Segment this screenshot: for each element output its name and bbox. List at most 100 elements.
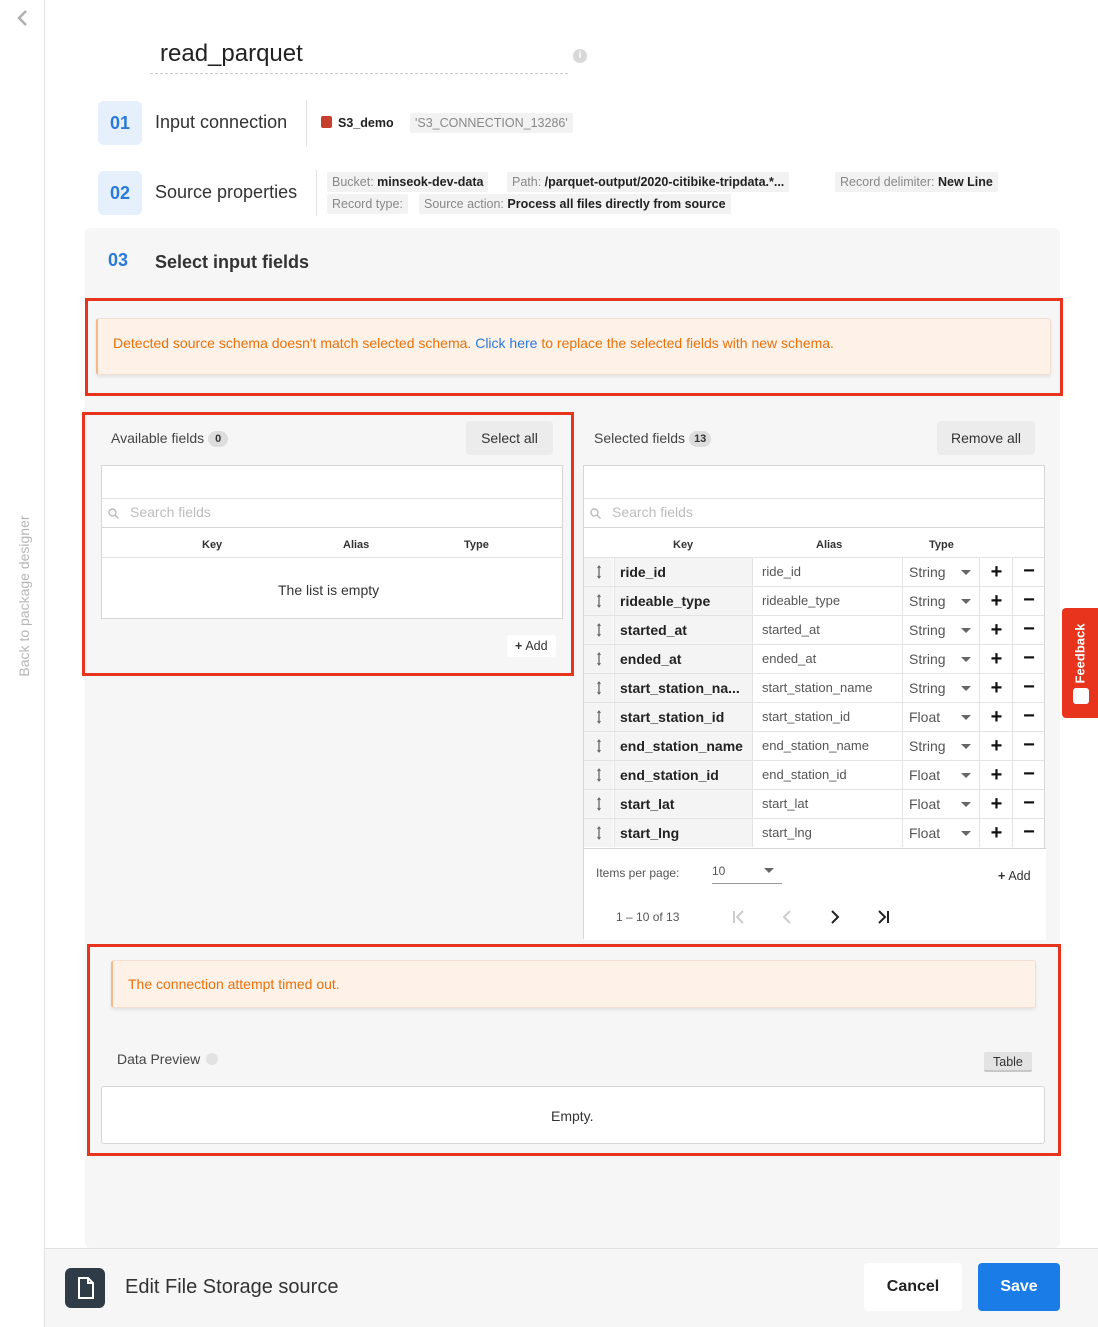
add-row-icon[interactable]: + bbox=[981, 587, 1013, 615]
field-type-select[interactable]: String bbox=[904, 587, 980, 615]
drag-handle[interactable] bbox=[584, 674, 613, 702]
remove-row-icon[interactable]: − bbox=[1014, 558, 1044, 586]
remove-row-icon[interactable]: − bbox=[1014, 761, 1044, 789]
drag-handle-icon bbox=[597, 594, 601, 608]
add-row-icon[interactable]: + bbox=[981, 558, 1013, 586]
field-alias-input[interactable]: ride_id bbox=[754, 558, 903, 586]
previous-page-icon[interactable] bbox=[775, 905, 799, 929]
remove-row-icon[interactable]: − bbox=[1014, 703, 1044, 731]
add-row-icon[interactable]: + bbox=[981, 674, 1013, 702]
drag-handle-icon bbox=[597, 681, 601, 695]
footer-title: Edit File Storage source bbox=[125, 1276, 339, 1298]
field-type-select[interactable]: Float bbox=[904, 761, 980, 789]
field-type-select[interactable]: String bbox=[904, 732, 980, 760]
field-type-select[interactable]: String bbox=[904, 674, 980, 702]
drag-handle[interactable] bbox=[584, 703, 613, 731]
next-page-icon[interactable] bbox=[823, 905, 847, 929]
drag-handle-icon bbox=[597, 710, 601, 724]
title-field[interactable]: read_parquet bbox=[150, 36, 568, 74]
remove-row-icon[interactable]: − bbox=[1014, 732, 1044, 760]
step-label-input-connection[interactable]: Input connection bbox=[155, 112, 287, 133]
remove-row-icon[interactable]: − bbox=[1014, 587, 1044, 615]
field-type-select[interactable]: Float bbox=[904, 790, 980, 818]
field-alias-input[interactable]: end_station_name bbox=[754, 732, 903, 760]
info-icon[interactable]: i bbox=[573, 49, 587, 63]
chevron-left-icon[interactable] bbox=[14, 8, 32, 28]
field-type-select[interactable]: String bbox=[904, 616, 980, 644]
drag-handle-icon bbox=[597, 565, 601, 579]
connection-name: S3_demo bbox=[338, 116, 394, 130]
last-page-icon[interactable] bbox=[871, 905, 895, 929]
select-all-button[interactable]: Select all bbox=[466, 421, 553, 455]
add-row-icon[interactable]: + bbox=[981, 790, 1013, 818]
available-fields-label: Available fields 0 bbox=[111, 430, 229, 447]
component-name[interactable]: read_parquet bbox=[160, 40, 303, 68]
feedback-icon bbox=[1073, 688, 1089, 704]
first-page-icon[interactable] bbox=[727, 905, 751, 929]
source-action-chip: Source action: Process all files directl… bbox=[419, 194, 731, 214]
field-key: start_station_na... bbox=[614, 674, 753, 702]
preview-empty-message: Empty. bbox=[551, 1108, 594, 1124]
field-alias-input[interactable]: start_station_name bbox=[754, 674, 903, 702]
column-header-type: Type bbox=[929, 539, 954, 551]
drag-handle[interactable] bbox=[584, 819, 613, 847]
field-alias-input[interactable]: ended_at bbox=[754, 645, 903, 673]
field-alias-input[interactable]: start_lng bbox=[754, 819, 903, 847]
table-view-toggle[interactable]: Table bbox=[984, 1052, 1032, 1072]
remove-all-button[interactable]: Remove all bbox=[937, 421, 1035, 455]
field-alias-input[interactable]: end_station_id bbox=[754, 761, 903, 789]
add-row-icon[interactable]: + bbox=[981, 703, 1013, 731]
add-row-icon[interactable]: + bbox=[981, 761, 1013, 789]
step-label-source-properties[interactable]: Source properties bbox=[155, 182, 297, 203]
cancel-button[interactable]: Cancel bbox=[864, 1263, 962, 1311]
field-key: ended_at bbox=[614, 645, 753, 673]
drag-handle-icon bbox=[597, 652, 601, 666]
field-alias-input[interactable]: start_station_id bbox=[754, 703, 903, 731]
drag-handle[interactable] bbox=[584, 761, 613, 789]
field-alias-input[interactable]: rideable_type bbox=[754, 587, 903, 615]
remove-row-icon[interactable]: − bbox=[1014, 819, 1044, 847]
search-icon bbox=[590, 508, 601, 519]
remove-row-icon[interactable]: − bbox=[1014, 674, 1044, 702]
drag-handle[interactable] bbox=[584, 558, 613, 586]
search-icon bbox=[108, 508, 119, 519]
drag-handle[interactable] bbox=[584, 616, 613, 644]
save-button[interactable]: Save bbox=[978, 1263, 1060, 1311]
remove-row-icon[interactable]: − bbox=[1014, 790, 1044, 818]
field-alias-input[interactable]: start_lat bbox=[754, 790, 903, 818]
field-type-select[interactable]: String bbox=[904, 558, 980, 586]
add-selected-field-button[interactable]: + Add bbox=[990, 865, 1039, 887]
column-header-key: Key bbox=[202, 539, 223, 551]
feedback-tab[interactable]: Feedback bbox=[1062, 608, 1098, 718]
schema-mismatch-warning: Detected source schema doesn't match sel… bbox=[96, 318, 1051, 375]
items-per-page-select[interactable]: 10 bbox=[712, 858, 782, 884]
add-row-icon[interactable]: + bbox=[981, 819, 1013, 847]
drag-handle-icon bbox=[597, 739, 601, 753]
replace-schema-link[interactable]: Click here bbox=[475, 335, 537, 351]
add-row-icon[interactable]: + bbox=[981, 645, 1013, 673]
remove-row-icon[interactable]: − bbox=[1014, 616, 1044, 644]
remove-row-icon[interactable]: − bbox=[1014, 645, 1044, 673]
drag-handle[interactable] bbox=[584, 645, 613, 673]
info-icon[interactable] bbox=[206, 1053, 219, 1065]
drag-handle[interactable] bbox=[584, 732, 613, 760]
divider bbox=[306, 100, 307, 146]
add-available-field-button[interactable]: + Add bbox=[507, 635, 556, 657]
selected-search-input[interactable] bbox=[612, 504, 992, 520]
chevron-down-icon bbox=[961, 744, 971, 749]
drag-handle[interactable] bbox=[584, 790, 613, 818]
field-type-select[interactable]: Float bbox=[904, 819, 980, 847]
data-preview-label: Data Preview bbox=[117, 1051, 219, 1067]
available-search-input[interactable] bbox=[130, 504, 510, 520]
field-alias-input[interactable]: started_at bbox=[754, 616, 903, 644]
add-row-icon[interactable]: + bbox=[981, 616, 1013, 644]
items-per-page-label: Items per page: bbox=[596, 866, 680, 880]
back-to-designer-link[interactable]: Back to package designer bbox=[16, 496, 32, 696]
drag-handle[interactable] bbox=[584, 587, 613, 615]
divider bbox=[316, 170, 317, 216]
field-type-select[interactable]: Float bbox=[904, 703, 980, 731]
field-type-select[interactable]: String bbox=[904, 645, 980, 673]
add-row-icon[interactable]: + bbox=[981, 732, 1013, 760]
s3-icon bbox=[321, 116, 332, 128]
field-key: started_at bbox=[614, 616, 753, 644]
